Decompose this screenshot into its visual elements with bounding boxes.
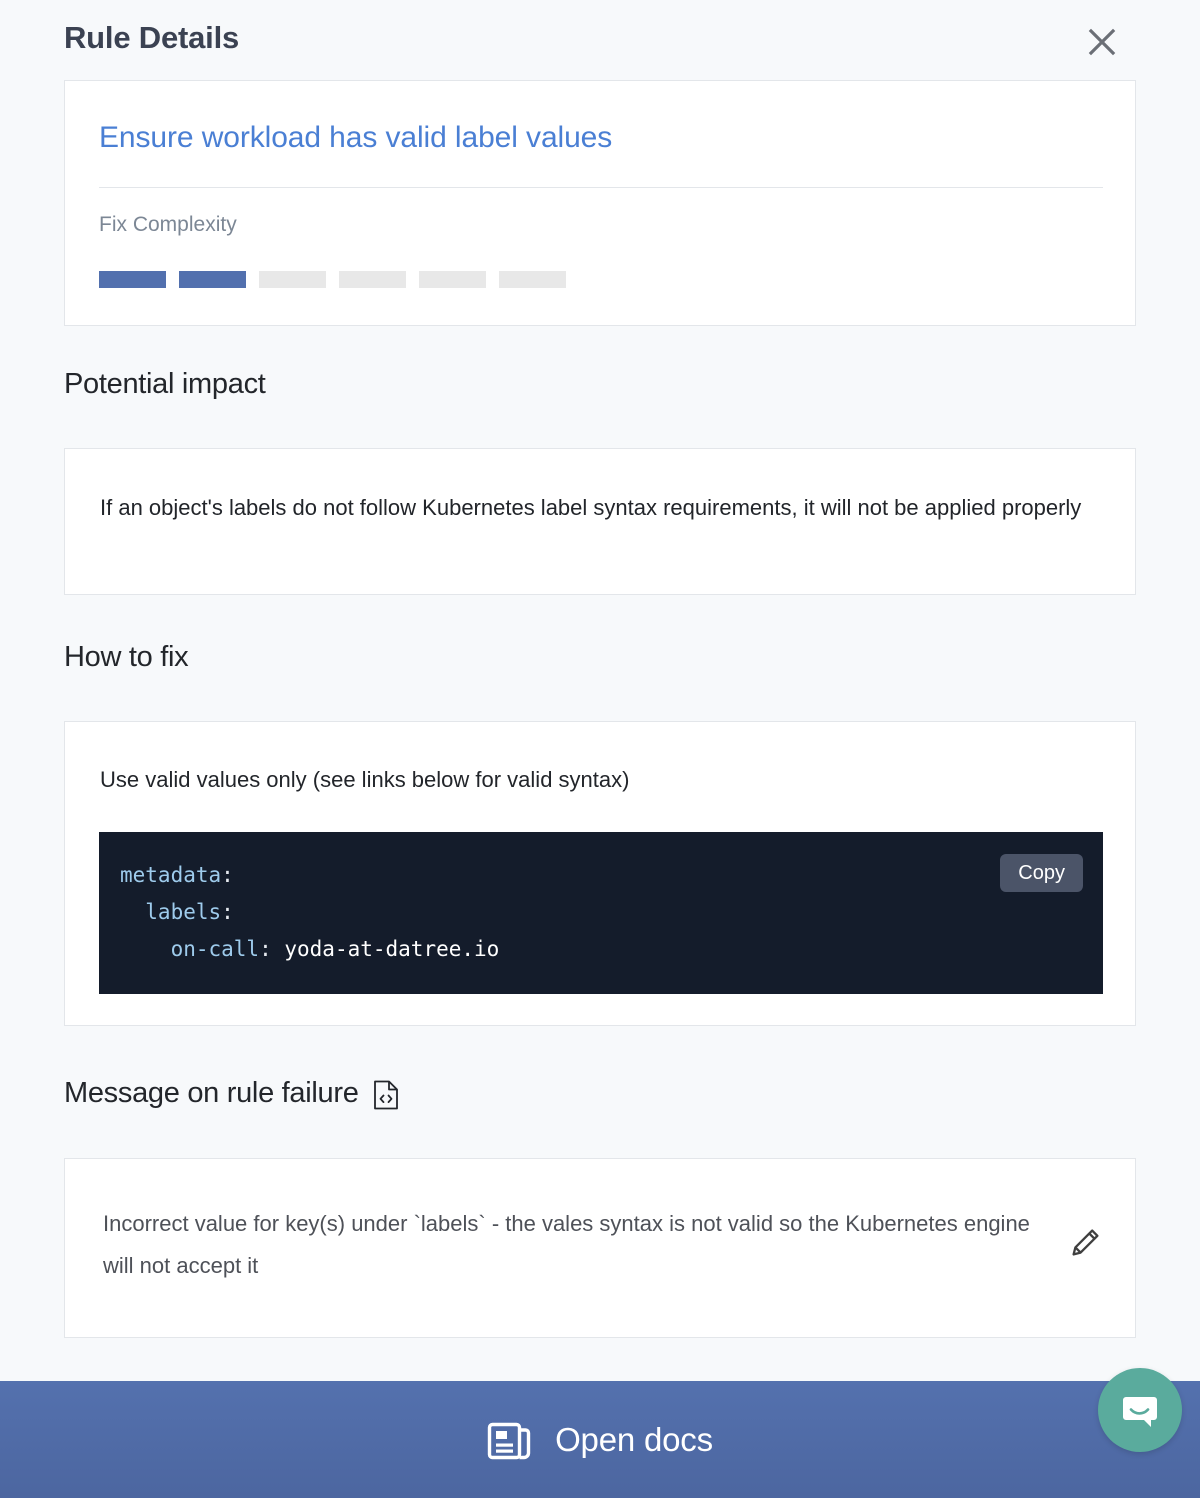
potential-impact-heading: Potential impact [64,368,266,401]
code-snippet-text: metadata: labels: on-call: yoda-at-datre… [120,863,500,961]
how-to-fix-text: Use valid values only (see links below f… [100,767,630,792]
fix-complexity-label: Fix Complexity [99,213,237,236]
edit-message-button[interactable] [1063,1221,1107,1265]
page-title: Rule Details [64,20,240,55]
panel-header: Rule Details [0,0,1200,80]
close-icon [1088,28,1116,56]
message-on-rule-failure-text: Incorrect value for key(s) under `labels… [103,1211,1030,1278]
rule-title-link[interactable]: Ensure workload has valid label values [99,121,612,155]
message-on-rule-failure-heading-label: Message on rule failure [64,1076,359,1109]
file-code-icon [373,1080,399,1110]
rule-summary-card: Ensure workload has valid label values F… [64,80,1136,326]
potential-impact-card: If an object's labels do not follow Kube… [64,448,1136,595]
message-on-rule-failure-card: Incorrect value for key(s) under `labels… [64,1158,1136,1338]
chat-bubble-icon [1123,1397,1157,1427]
open-docs-label: Open docs [555,1420,713,1458]
complexity-bar-2 [179,271,246,288]
complexity-bar-5 [419,271,486,288]
copy-button[interactable]: Copy [1000,854,1083,892]
open-docs-bar[interactable]: Open docs [0,1381,1200,1498]
rule-details-panel: Rule Details Ensure workload has valid l… [0,0,1200,1498]
code-snippet-block: metadata: labels: on-call: yoda-at-datre… [99,832,1103,994]
complexity-bar-4 [339,271,406,288]
potential-impact-text: If an object's labels do not follow Kube… [100,495,1082,520]
complexity-bar-3 [259,271,326,288]
how-to-fix-heading-label: How to fix [64,641,189,673]
docs-icon [487,1420,533,1462]
close-button[interactable] [1082,22,1122,62]
message-on-rule-failure-heading: Message on rule failure [64,1076,399,1110]
complexity-bar-6 [499,271,566,288]
how-to-fix-card: Use valid values only (see links below f… [64,721,1136,1026]
fix-complexity-meter [99,271,566,288]
card-divider [99,187,1103,188]
complexity-bar-1 [99,271,166,288]
how-to-fix-heading: How to fix [64,641,189,674]
pencil-icon [1072,1229,1099,1256]
potential-impact-heading-label: Potential impact [64,368,266,400]
chat-launcher-button[interactable] [1098,1368,1182,1452]
